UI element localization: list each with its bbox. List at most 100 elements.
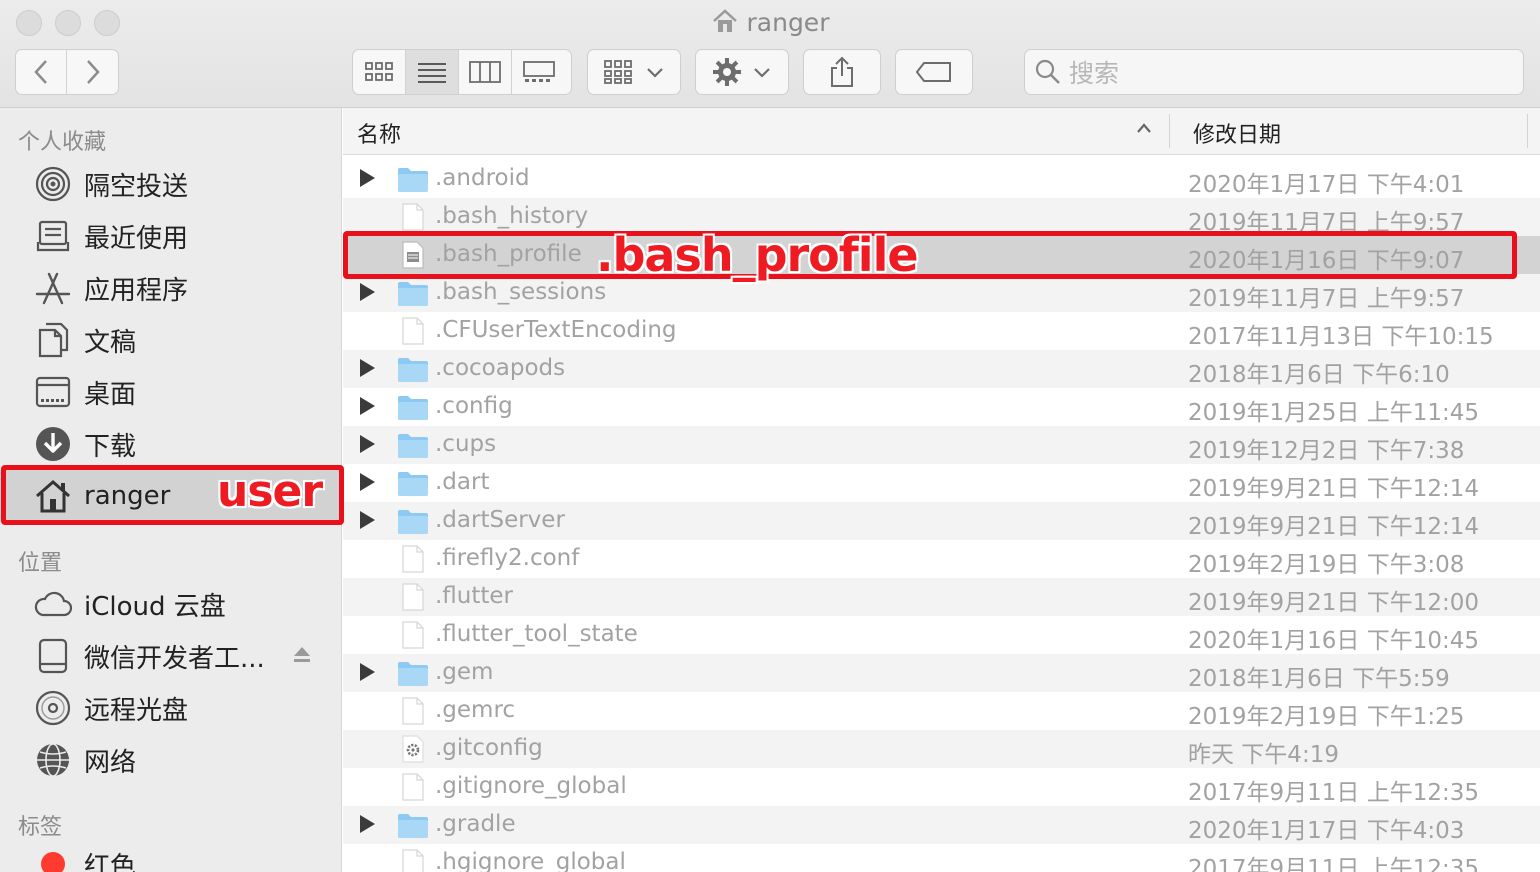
favorites-section-title: 个人收藏 xyxy=(18,130,107,155)
file-row[interactable]: .gitconfig 昨天 下午4:19 xyxy=(343,730,1540,768)
file-row[interactable]: .bash_sessions 2019年11月7日 上午9:57 xyxy=(343,274,1540,312)
sidebar-item-label: 文稿 xyxy=(84,327,137,358)
sidebar-item-icloud[interactable]: iCloud 云盘 xyxy=(0,578,342,630)
sidebar-item-network[interactable]: 网络 xyxy=(0,734,342,786)
file-row[interactable]: .flutter 2019年9月21日 下午12:00 xyxy=(343,578,1540,616)
file-icon xyxy=(397,317,429,345)
navigation-buttons xyxy=(15,49,119,95)
view-mode-control xyxy=(352,49,572,95)
disclosure-triangle-icon[interactable] xyxy=(360,359,375,377)
file-row[interactable]: .flutter_tool_state 2020年1月16日 下午10:45 xyxy=(343,616,1540,654)
file-row[interactable]: .config 2019年1月25日 上午11:45 xyxy=(343,388,1540,426)
gallery-view-button[interactable] xyxy=(512,50,565,94)
chevron-right-icon xyxy=(86,60,100,84)
gear-icon xyxy=(713,58,741,86)
folder-icon xyxy=(397,431,429,459)
file-name: .dartServer xyxy=(435,507,565,533)
file-row[interactable]: .dartServer 2019年9月21日 下午12:14 xyxy=(343,502,1540,540)
back-button[interactable] xyxy=(16,50,67,94)
file-row[interactable]: .gradle 2020年1月17日 下午4:03 xyxy=(343,806,1540,844)
folder-icon xyxy=(397,811,429,839)
red-tag-dot-icon xyxy=(34,846,72,872)
search-icon xyxy=(1035,59,1060,84)
sidebar-item-label: 隔空投送 xyxy=(84,171,189,202)
file-name: .gem xyxy=(435,659,494,685)
disclosure-triangle-icon[interactable] xyxy=(360,473,375,491)
file-name: .gradle xyxy=(435,811,516,837)
file-row[interactable]: .dart 2019年9月21日 下午12:14 xyxy=(343,464,1540,502)
folder-icon xyxy=(397,659,429,687)
file-row[interactable]: .cocoapods 2018年1月6日 下午6:10 xyxy=(343,350,1540,388)
file-name: .CFUserTextEncoding xyxy=(435,317,677,343)
sidebar-item-wechat-devtools[interactable]: 微信开发者工... xyxy=(0,630,342,682)
tag-button[interactable] xyxy=(895,49,973,95)
sidebar-item-label: 红色 xyxy=(84,851,137,872)
file-icon xyxy=(397,849,429,872)
file-name: .flutter xyxy=(435,583,514,609)
file-date: 2020年1月17日 下午4:03 xyxy=(1188,818,1465,844)
action-menu[interactable] xyxy=(695,49,789,95)
sidebar-item-remote-disc[interactable]: 远程光盘 xyxy=(0,682,342,734)
sidebar-item-applications[interactable]: 应用程序 xyxy=(0,262,342,314)
file-date: 2017年9月11日 上午12:35 xyxy=(1188,856,1480,872)
file-annotation-box xyxy=(343,231,1517,279)
file-row[interactable]: .android 2020年1月17日 下午4:01 xyxy=(343,160,1540,198)
file-name: .dart xyxy=(435,469,490,495)
file-name: .cocoapods xyxy=(435,355,566,381)
file-row[interactable]: .CFUserTextEncoding 2017年11月13日 下午10:15 xyxy=(343,312,1540,350)
date-column-header[interactable]: 修改日期 xyxy=(1193,117,1281,149)
downloads-icon xyxy=(34,426,72,462)
icon-view-button[interactable] xyxy=(353,50,406,94)
home-icon xyxy=(711,8,739,40)
file-date: 2019年2月19日 下午1:25 xyxy=(1188,704,1465,730)
file-row[interactable]: .gemrc 2019年2月19日 下午1:25 xyxy=(343,692,1540,730)
disclosure-triangle-icon[interactable] xyxy=(360,169,375,187)
sort-ascending-icon[interactable] xyxy=(1135,120,1153,139)
disclosure-triangle-icon[interactable] xyxy=(360,511,375,529)
chevron-down-icon xyxy=(647,68,663,78)
disclosure-triangle-icon[interactable] xyxy=(360,435,375,453)
file-name: .cups xyxy=(435,431,497,457)
forward-button[interactable] xyxy=(67,50,118,94)
disclosure-triangle-icon[interactable] xyxy=(360,397,375,415)
file-row[interactable]: .firefly2.conf 2019年2月19日 下午3:08 xyxy=(343,540,1540,578)
file-row[interactable]: .gitignore_global 2017年9月11日 上午12:35 xyxy=(343,768,1540,806)
sidebar-item-label: 微信开发者工... xyxy=(84,643,265,674)
column-view-button[interactable] xyxy=(459,50,512,94)
applications-icon xyxy=(34,270,72,306)
disclosure-triangle-icon[interactable] xyxy=(360,663,375,681)
config-file-icon xyxy=(397,735,429,763)
group-by-menu[interactable] xyxy=(587,49,681,95)
file-icon xyxy=(397,621,429,649)
file-row[interactable]: .cups 2019年12月2日 下午7:38 xyxy=(343,426,1540,464)
name-column-header[interactable]: 名称 xyxy=(357,117,401,149)
sidebar-item-label: 最近使用 xyxy=(84,223,189,254)
file-name: .hgignore_global xyxy=(435,849,626,872)
file-date: 2017年11月13日 下午10:15 xyxy=(1188,324,1494,350)
file-row[interactable]: .hgignore_global 2017年9月11日 上午12:35 xyxy=(343,844,1540,872)
sidebar-item-recents[interactable]: 最近使用 xyxy=(0,210,342,262)
disclosure-triangle-icon[interactable] xyxy=(360,815,375,833)
folder-icon xyxy=(397,507,429,535)
sidebar-item-tag-red[interactable]: 红色 xyxy=(0,838,342,872)
list-view-button[interactable] xyxy=(406,50,459,94)
columns-icon xyxy=(469,61,501,83)
sidebar-item-airdrop[interactable]: 隔空投送 xyxy=(0,158,342,210)
sidebar-item-downloads[interactable]: 下载 xyxy=(0,418,342,470)
column-divider[interactable] xyxy=(1169,114,1170,148)
sidebar-item-label: 应用程序 xyxy=(84,275,189,306)
folder-icon xyxy=(397,165,429,193)
user-annotation-label: user xyxy=(216,465,324,518)
search-field[interactable]: 搜索 xyxy=(1024,49,1524,95)
sidebar-item-desktop[interactable]: 桌面 xyxy=(0,366,342,418)
file-annotation-label: .bash_profile xyxy=(595,227,920,283)
file-name: .gitconfig xyxy=(435,735,543,761)
sidebar-item-documents[interactable]: 文稿 xyxy=(0,314,342,366)
column-divider[interactable] xyxy=(1527,114,1528,148)
file-icon xyxy=(397,583,429,611)
chevron-down-icon xyxy=(754,68,770,78)
eject-icon[interactable] xyxy=(292,644,312,669)
file-row[interactable]: .gem 2018年1月6日 下午5:59 xyxy=(343,654,1540,692)
disclosure-triangle-icon[interactable] xyxy=(360,283,375,301)
share-button[interactable] xyxy=(803,49,881,95)
